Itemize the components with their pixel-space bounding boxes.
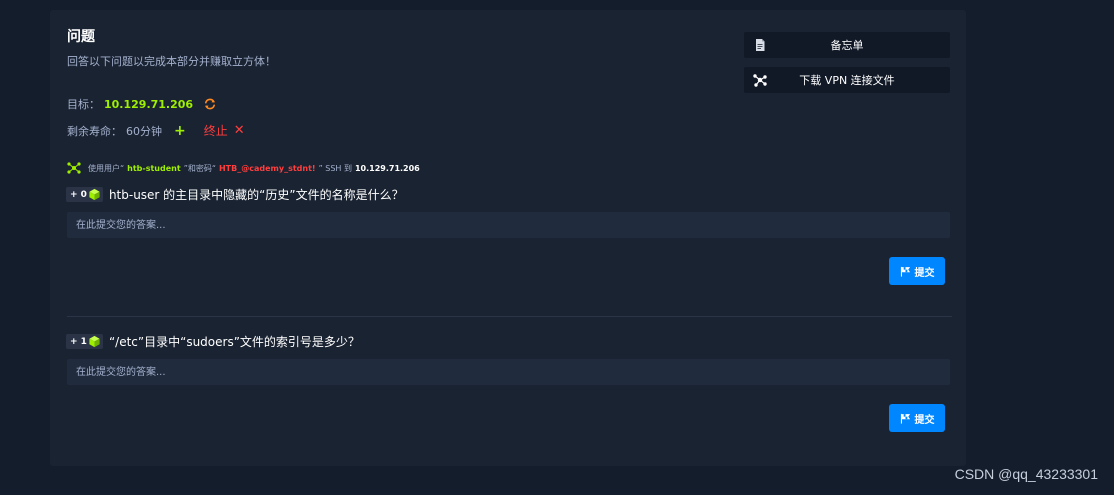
submit-label: 提交 bbox=[914, 267, 935, 279]
stop-button[interactable]: 终止 ✕ bbox=[204, 122, 245, 139]
ssh-user: htb-student bbox=[127, 163, 181, 173]
question-1: + 0 htb-user 的主目录中隐藏的“历史”文件的名称是什么？ bbox=[66, 186, 404, 203]
question-text: “/etc”目录中“sudoers”文件的索引号是多少？ bbox=[108, 335, 360, 349]
target-row: 目标： 10.129.71.206 bbox=[67, 96, 217, 112]
ssh-password: HTB_@cademy_stdnt! bbox=[218, 163, 316, 173]
question-text: htb-user 的主目录中隐藏的“历史”文件的名称是什么？ bbox=[108, 188, 404, 202]
submit-button-2[interactable]: 提交 bbox=[889, 404, 945, 432]
life-row: 剩余寿命： 60分钟 + 终止 ✕ bbox=[67, 122, 245, 139]
refresh-icon[interactable] bbox=[203, 97, 217, 111]
target-label: 目标： bbox=[67, 98, 100, 111]
divider bbox=[67, 316, 952, 317]
answer-input-2[interactable] bbox=[67, 359, 950, 385]
cube-icon bbox=[89, 335, 100, 348]
cube-icon bbox=[89, 188, 100, 201]
network-icon bbox=[753, 74, 767, 87]
target-ip: 10.129.71.206 bbox=[104, 97, 194, 111]
life-label: 剩余寿命： bbox=[67, 124, 122, 138]
answer-input-1[interactable] bbox=[67, 212, 950, 238]
cheatsheet-label: 备忘单 bbox=[830, 39, 864, 52]
ssh-suffix: ” SSH 到 bbox=[318, 163, 352, 173]
extend-life-icon[interactable]: + bbox=[174, 123, 186, 139]
submit-label: 提交 bbox=[914, 414, 935, 426]
points-badge: + 1 bbox=[66, 334, 103, 349]
flag-icon bbox=[900, 413, 910, 424]
questions-panel: 问题 回答以下问题以完成本部分并赚取立方体！ 目标： 10.129.71.206… bbox=[50, 10, 966, 466]
points-value: + 0 bbox=[70, 189, 87, 200]
ssh-instructions: 使用用户“ htb-student ”和密码“ HTB_@cademy_stdn… bbox=[66, 161, 420, 175]
stop-label: 终止 bbox=[203, 124, 228, 138]
close-icon: ✕ bbox=[233, 123, 245, 138]
ssh-mid: ”和密码“ bbox=[183, 163, 216, 173]
flag-icon bbox=[900, 266, 910, 277]
section-subtitle: 回答以下问题以完成本部分并赚取立方体！ bbox=[67, 55, 276, 68]
ssh-prefix: 使用用户“ bbox=[88, 163, 125, 173]
question-2: + 1 “/etc”目录中“sudoers”文件的索引号是多少？ bbox=[66, 333, 360, 350]
ssh-ip: 10.129.71.206 bbox=[354, 163, 420, 173]
section-title: 问题 bbox=[67, 29, 95, 45]
document-icon bbox=[756, 39, 765, 51]
cheatsheet-button[interactable]: 备忘单 bbox=[744, 32, 950, 58]
submit-button-1[interactable]: 提交 bbox=[889, 257, 945, 285]
network-icon bbox=[67, 162, 81, 174]
life-value: 60分钟 bbox=[126, 124, 162, 138]
download-vpn-label: 下载 VPN 连接文件 bbox=[799, 74, 895, 87]
points-badge: + 0 bbox=[66, 187, 103, 202]
points-value: + 1 bbox=[70, 336, 87, 347]
watermark: CSDN @qq_43233301 bbox=[954, 466, 1098, 482]
download-vpn-button[interactable]: 下载 VPN 连接文件 bbox=[744, 67, 950, 93]
